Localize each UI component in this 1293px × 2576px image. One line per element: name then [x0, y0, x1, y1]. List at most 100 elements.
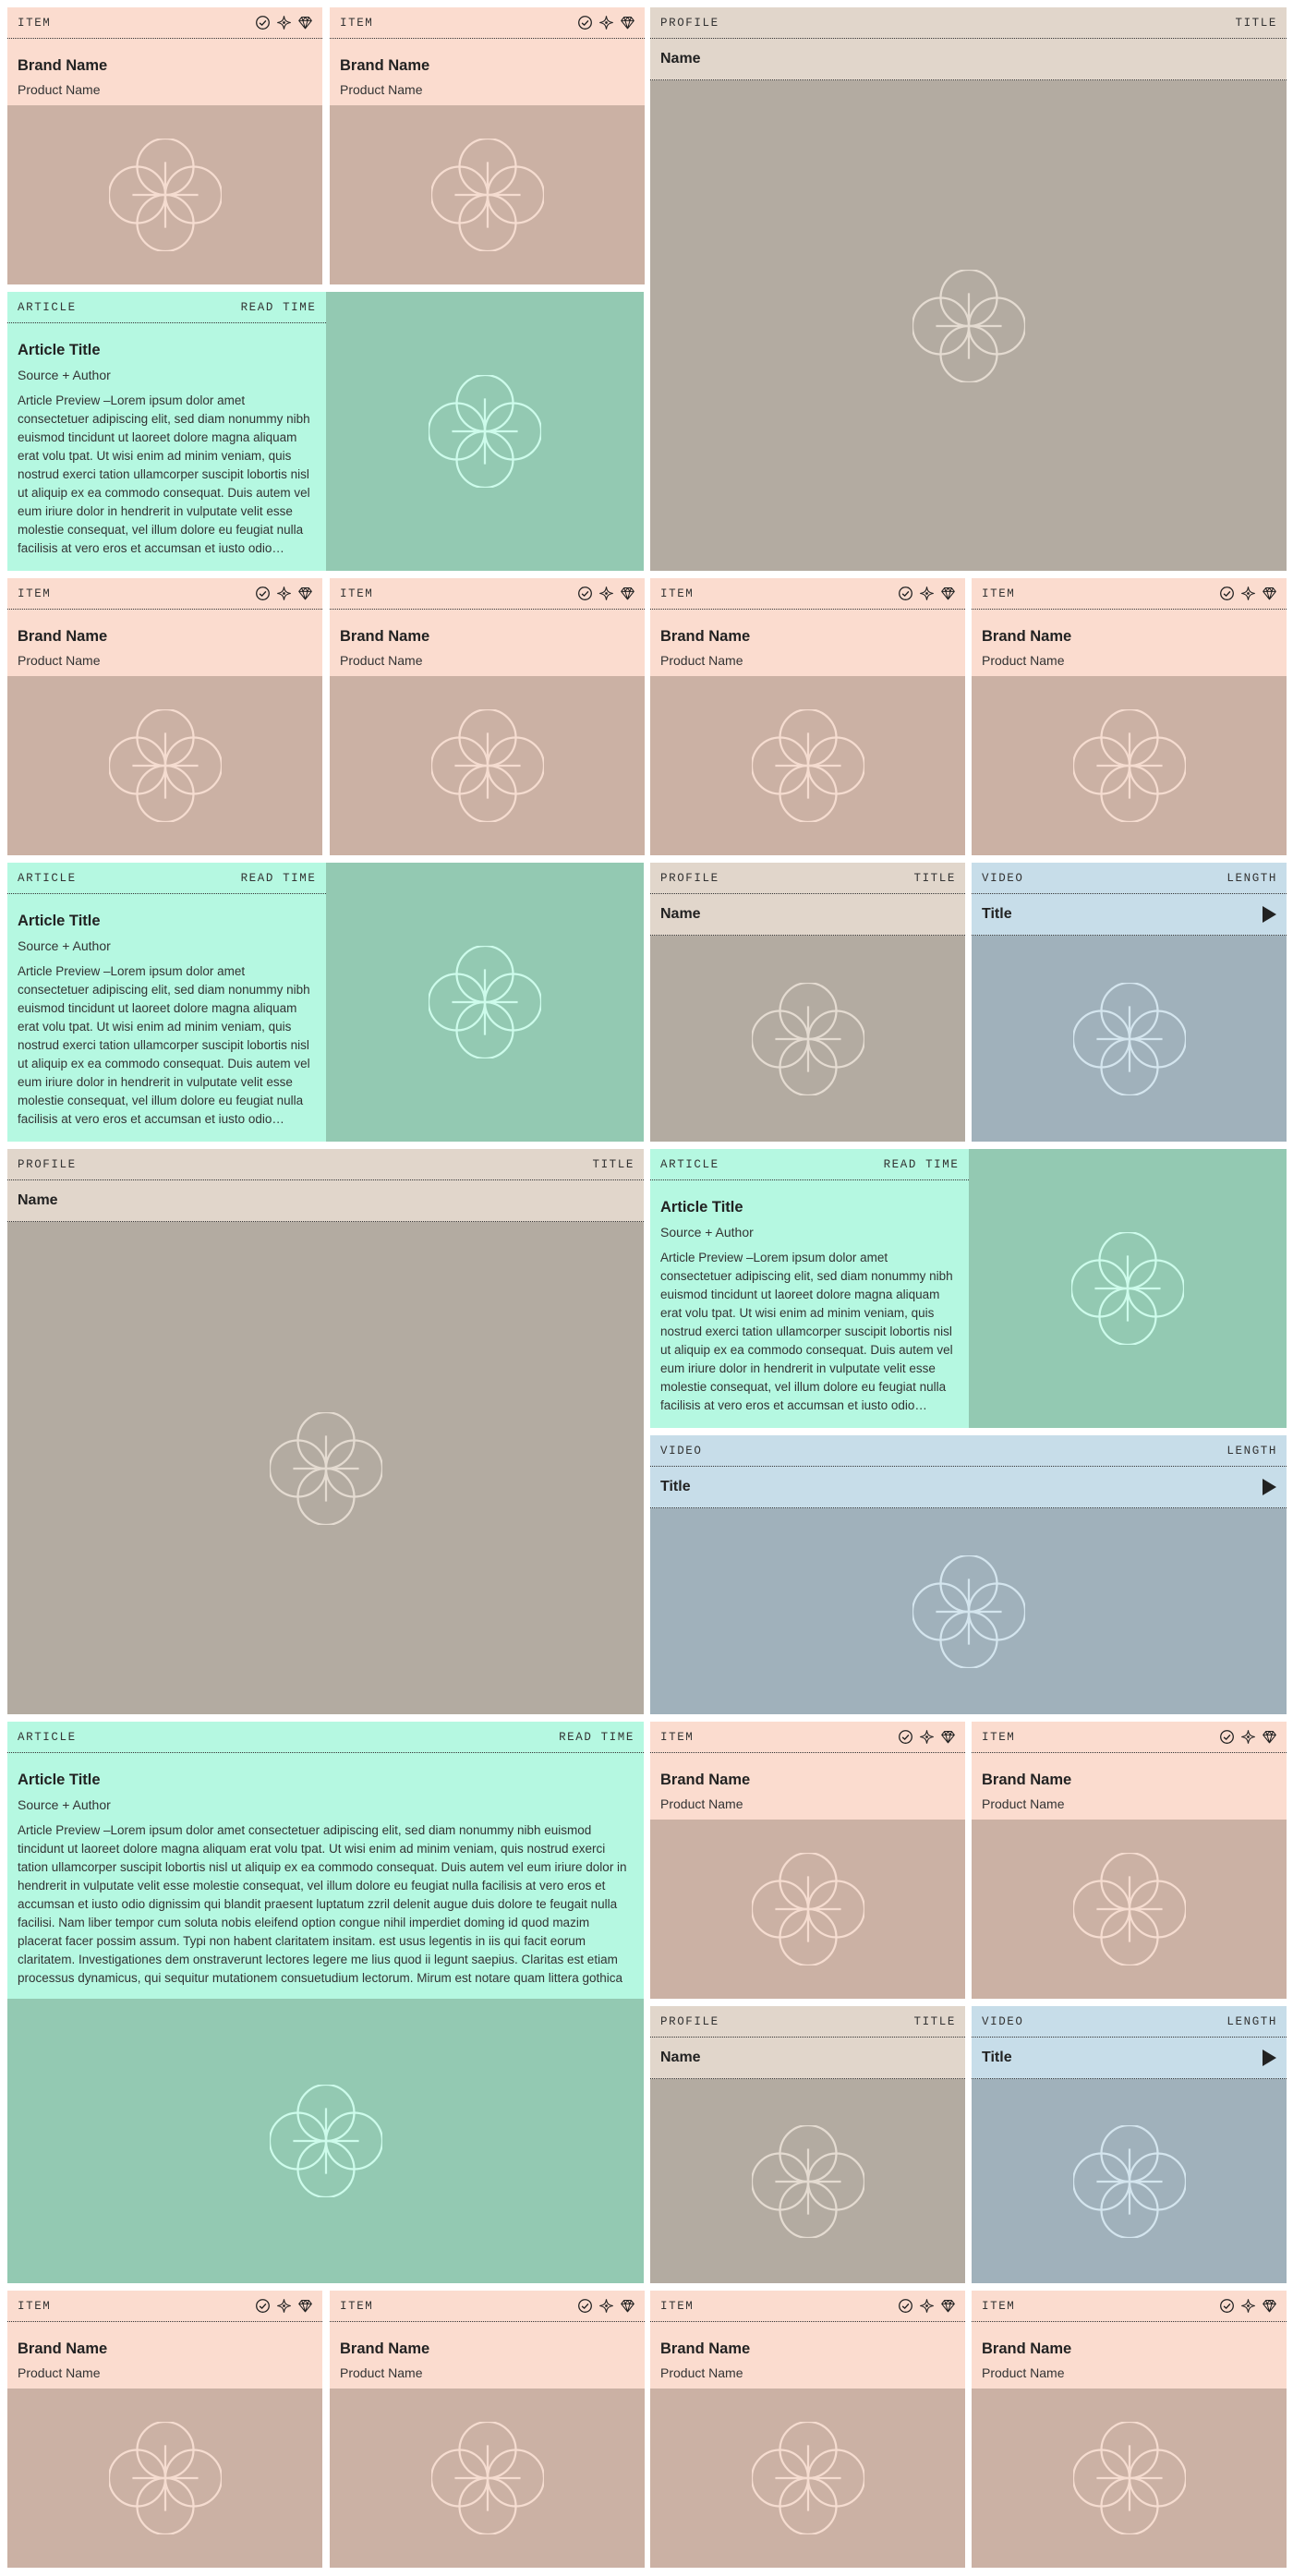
sparkle-icon[interactable]	[276, 2298, 292, 2314]
video-title: Title	[660, 1479, 691, 1494]
check-circle-icon[interactable]	[1219, 586, 1235, 601]
profile-card[interactable]: PROFILE TITLE Name	[7, 1149, 644, 1714]
item-image[interactable]	[7, 2389, 322, 2568]
play-icon[interactable]	[1263, 1479, 1276, 1495]
brand-name: Brand Name	[982, 628, 1072, 645]
item-card[interactable]: ITEM Brand Name Product Name	[650, 2291, 965, 2568]
item-card[interactable]: ITEM Brand Name Product Name	[650, 1722, 965, 1999]
item-image[interactable]	[650, 1820, 965, 1999]
profile-card[interactable]: PROFILE TITLE Name	[650, 7, 1287, 571]
video-card[interactable]: VIDEO LENGTH Title	[972, 2006, 1287, 2283]
item-image[interactable]	[330, 105, 645, 284]
card-header: ITEM	[972, 1722, 1287, 1753]
video-thumbnail[interactable]	[972, 936, 1287, 1142]
video-thumbnail[interactable]	[650, 1508, 1287, 1714]
item-image[interactable]	[7, 105, 322, 284]
video-thumbnail[interactable]	[972, 2079, 1287, 2283]
sparkle-icon[interactable]	[276, 15, 292, 30]
item-card[interactable]: ITEM Brand Name Product Name	[650, 578, 965, 855]
article-preview: Article Preview –Lorem ipsum dolor amet …	[18, 1823, 627, 1985]
item-card[interactable]: ITEM Brand Name Product Name	[972, 578, 1287, 855]
profile-card[interactable]: PROFILE TITLE Name	[650, 2006, 965, 2283]
card-actions	[577, 2298, 635, 2314]
check-circle-icon[interactable]	[255, 2298, 271, 2314]
item-card[interactable]: ITEM Brand Name Product Name	[7, 578, 322, 855]
item-card[interactable]: ITEM Brand Name Product Name	[972, 1722, 1287, 1999]
sparkle-icon[interactable]	[1240, 1729, 1256, 1745]
check-circle-icon[interactable]	[898, 586, 913, 601]
diamond-icon[interactable]	[1262, 1729, 1277, 1745]
card-header: PROFILE TITLE	[650, 2006, 965, 2038]
profile-card[interactable]: PROFILE TITLE Name	[650, 863, 965, 1142]
article-image[interactable]	[7, 1999, 644, 2283]
article-source: Source + Author	[18, 368, 111, 382]
profile-image[interactable]	[7, 1222, 644, 1714]
diamond-icon[interactable]	[940, 586, 956, 601]
article-card[interactable]: ARTICLE READ TIME Article Title Source +…	[650, 1149, 1287, 1428]
diamond-icon[interactable]	[620, 586, 635, 601]
check-circle-icon[interactable]	[255, 15, 271, 30]
diamond-icon[interactable]	[1262, 586, 1277, 601]
sparkle-icon[interactable]	[598, 15, 614, 30]
sparkle-icon[interactable]	[919, 586, 935, 601]
article-source: Source + Author	[18, 938, 111, 953]
diamond-icon[interactable]	[1262, 2298, 1277, 2314]
card-header: VIDEO LENGTH	[972, 2006, 1287, 2038]
check-circle-icon[interactable]	[898, 1729, 913, 1745]
card-actions	[255, 586, 313, 601]
article-card[interactable]: ARTICLE READ TIME Article Title Source +…	[7, 292, 644, 571]
check-circle-icon[interactable]	[577, 15, 593, 30]
play-icon[interactable]	[1263, 2050, 1276, 2066]
item-image[interactable]	[330, 2389, 645, 2568]
sparkle-icon[interactable]	[1240, 2298, 1256, 2314]
item-card[interactable]: ITEM Brand Name Product Name	[7, 7, 322, 284]
check-circle-icon[interactable]	[577, 2298, 593, 2314]
diamond-icon[interactable]	[940, 1729, 956, 1745]
item-card[interactable]: ITEM Brand Name Product Name	[330, 7, 645, 284]
card-tag: VIDEO	[660, 1444, 703, 1457]
article-image[interactable]	[325, 863, 644, 1142]
check-circle-icon[interactable]	[255, 586, 271, 601]
diamond-icon[interactable]	[940, 2298, 956, 2314]
item-image[interactable]	[650, 2389, 965, 2568]
diamond-icon[interactable]	[297, 2298, 313, 2314]
card-tag: VIDEO	[982, 2014, 1024, 2028]
sparkle-icon[interactable]	[598, 2298, 614, 2314]
item-card[interactable]: ITEM Brand Name Product Name	[330, 578, 645, 855]
sparkle-icon[interactable]	[919, 2298, 935, 2314]
video-card[interactable]: VIDEO LENGTH Title	[650, 1435, 1287, 1714]
diamond-icon[interactable]	[620, 15, 635, 30]
product-name: Product Name	[18, 653, 101, 668]
sparkle-icon[interactable]	[598, 586, 614, 601]
profile-image[interactable]	[650, 80, 1287, 571]
item-card[interactable]: ITEM Brand Name Product Name	[972, 2291, 1287, 2568]
profile-image[interactable]	[650, 936, 965, 1142]
check-circle-icon[interactable]	[898, 2298, 913, 2314]
sparkle-icon[interactable]	[919, 1729, 935, 1745]
article-card[interactable]: ARTICLE READ TIME Article Title Source +…	[7, 1722, 644, 2283]
item-image[interactable]	[650, 676, 965, 855]
item-image[interactable]	[972, 1820, 1287, 1999]
check-circle-icon[interactable]	[577, 586, 593, 601]
item-card[interactable]: ITEM Brand Name Product Name	[330, 2291, 645, 2568]
item-image[interactable]	[7, 676, 322, 855]
diamond-icon[interactable]	[620, 2298, 635, 2314]
item-image[interactable]	[330, 676, 645, 855]
profile-name: Name	[18, 1192, 58, 1208]
sparkle-icon[interactable]	[276, 586, 292, 601]
card-header: ITEM	[330, 578, 645, 610]
item-image[interactable]	[972, 2389, 1287, 2568]
check-circle-icon[interactable]	[1219, 1729, 1235, 1745]
item-card[interactable]: ITEM Brand Name Product Name	[7, 2291, 322, 2568]
check-circle-icon[interactable]	[1219, 2298, 1235, 2314]
play-icon[interactable]	[1263, 906, 1276, 923]
article-card[interactable]: ARTICLE READ TIME Article Title Source +…	[7, 863, 644, 1142]
sparkle-icon[interactable]	[1240, 586, 1256, 601]
video-card[interactable]: VIDEO LENGTH Title	[972, 863, 1287, 1142]
article-image[interactable]	[968, 1149, 1287, 1428]
item-image[interactable]	[972, 676, 1287, 855]
diamond-icon[interactable]	[297, 15, 313, 30]
diamond-icon[interactable]	[297, 586, 313, 601]
article-image[interactable]	[325, 292, 644, 571]
profile-image[interactable]	[650, 2079, 965, 2283]
